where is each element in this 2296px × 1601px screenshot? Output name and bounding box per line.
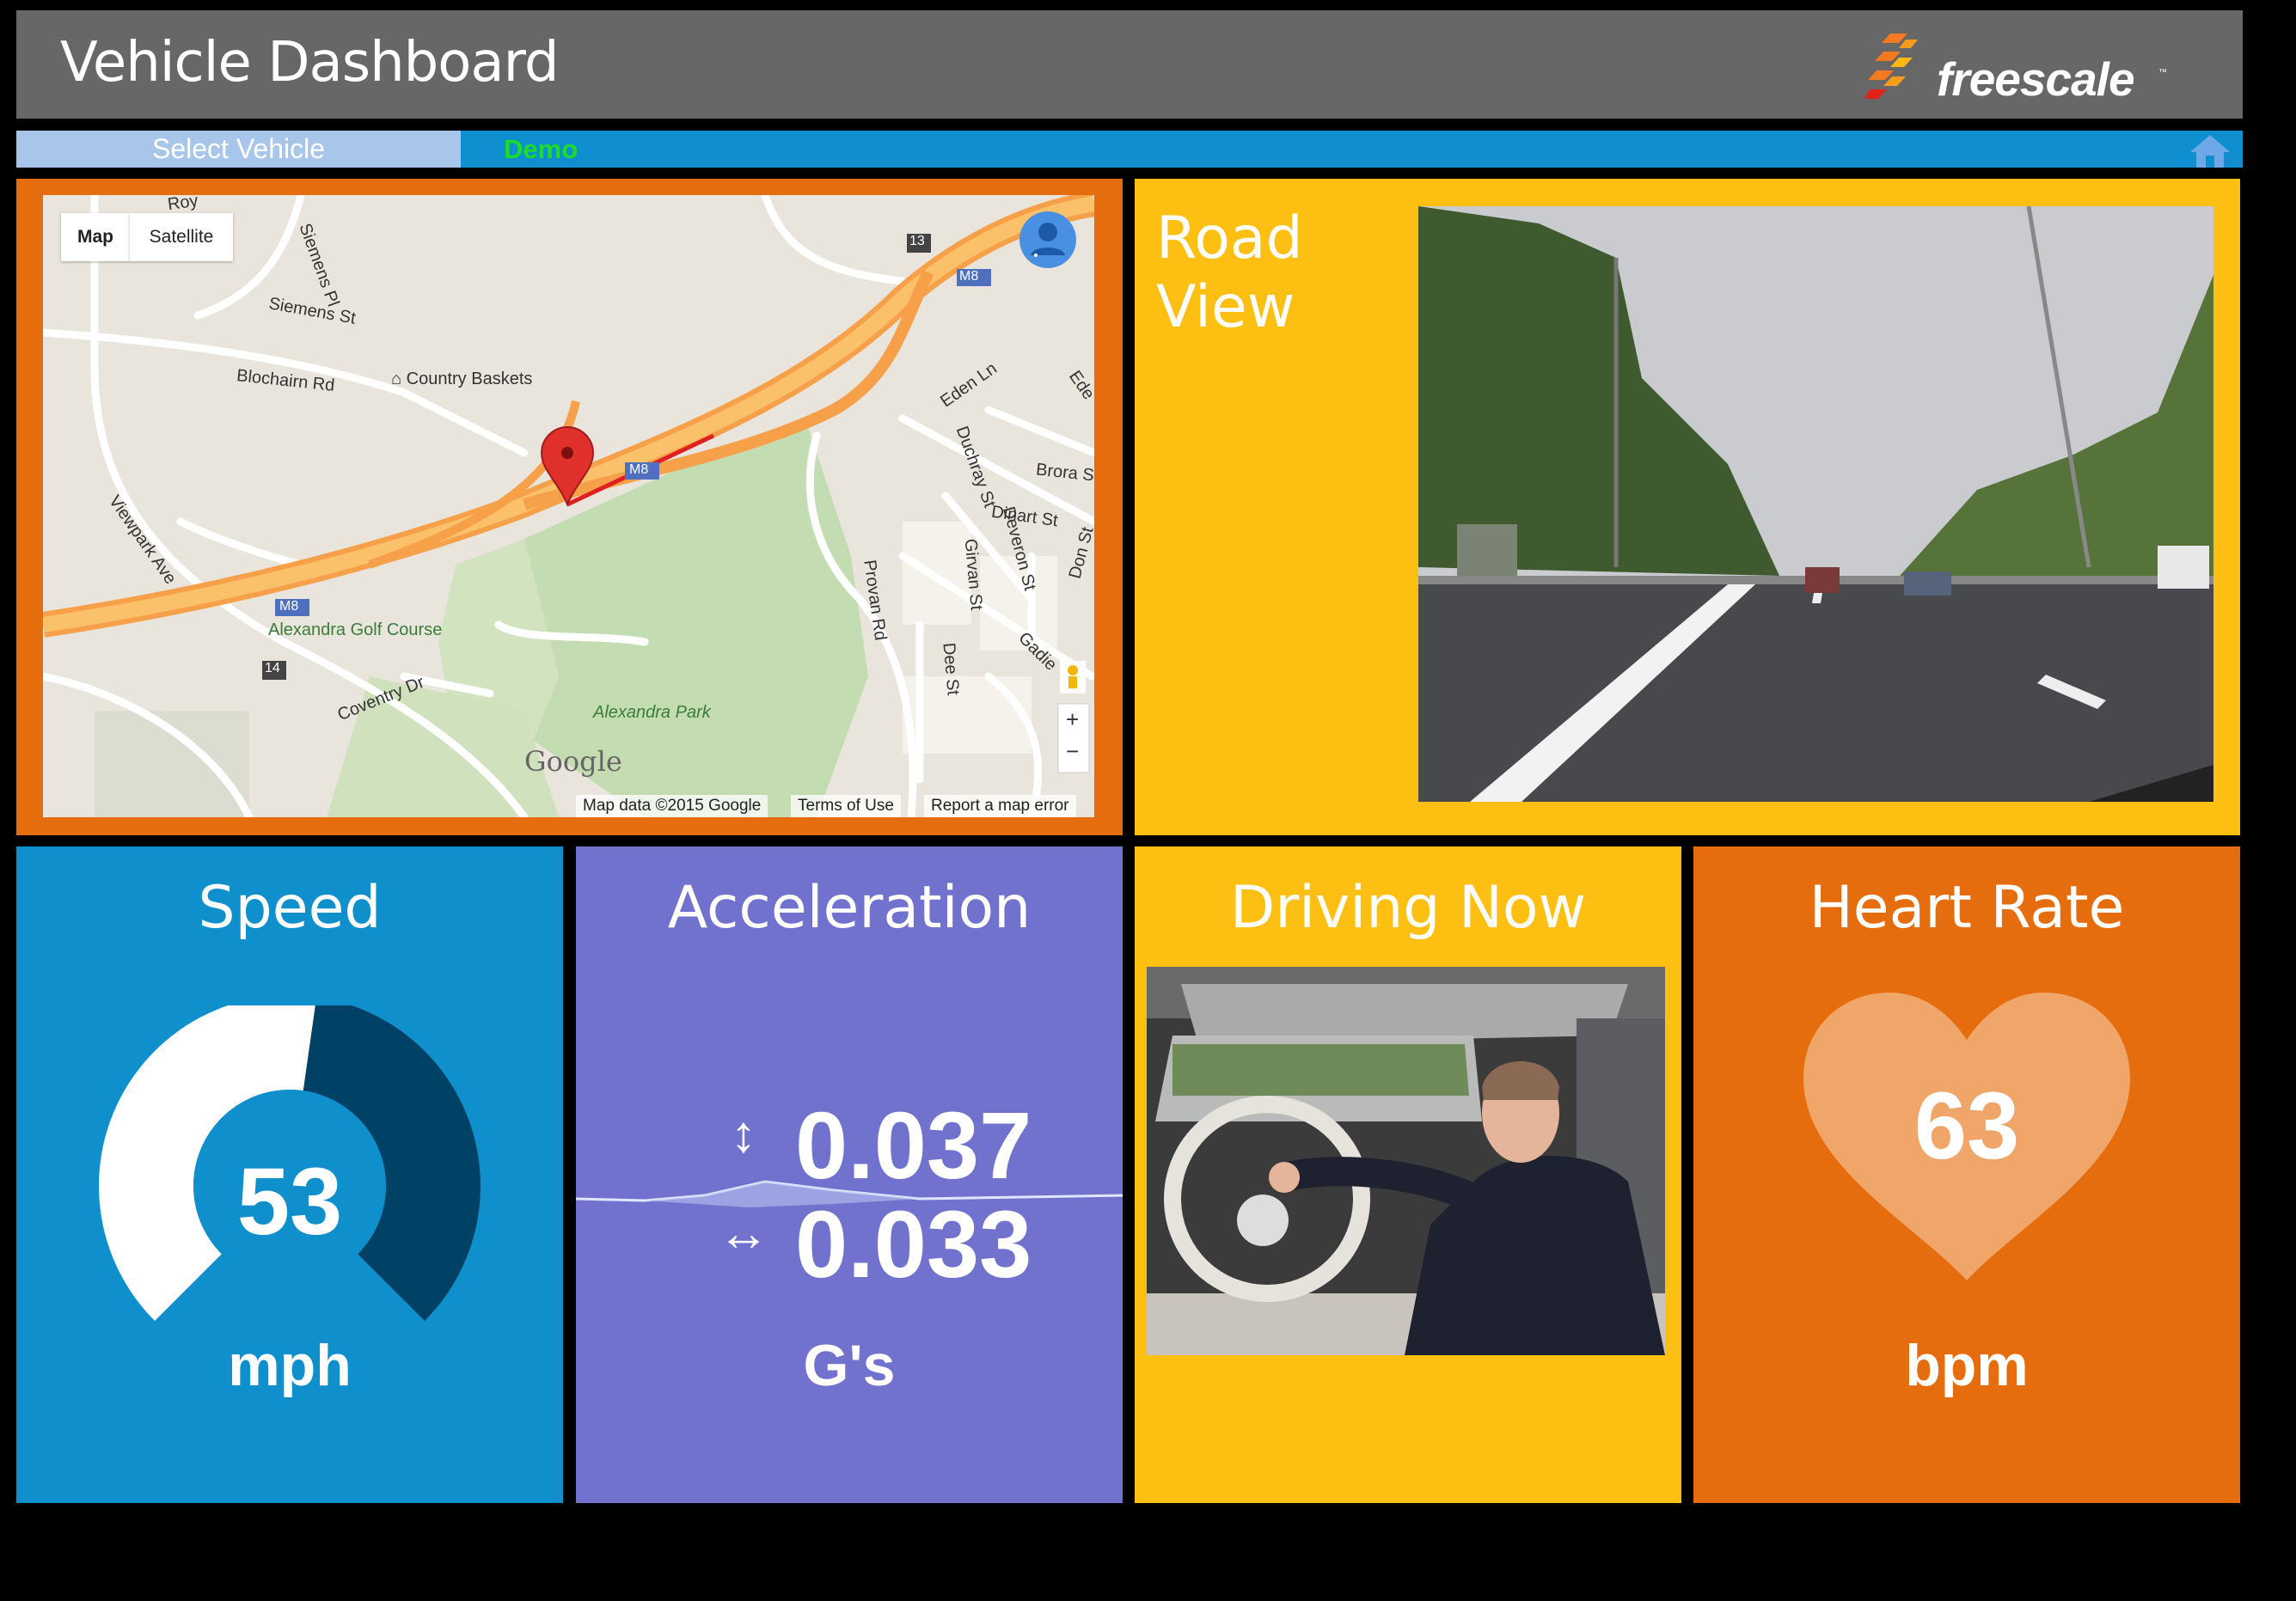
google-logo: Google	[524, 745, 622, 778]
brand-name: freescale	[1937, 52, 2135, 106]
map-type-satellite-button[interactable]: Satellite	[130, 213, 233, 261]
road-camera-image	[1418, 206, 2213, 802]
zoom-in-button[interactable]: +	[1066, 706, 1079, 733]
road-view-title-line2: View	[1156, 273, 1295, 341]
road-view-title-line1: Road	[1156, 205, 1303, 272]
speed-unit: mph	[228, 1333, 352, 1398]
acceleration-horizontal-value: 0.033	[795, 1192, 1032, 1298]
header-bar: Vehicle Dashboard freescale ™	[16, 10, 2243, 119]
road-view-title: Road View	[1156, 205, 1303, 342]
poi-label: Country Baskets	[406, 370, 533, 388]
select-vehicle-button[interactable]: Select Vehicle	[16, 131, 461, 168]
speed-panel: Speed 53 mph	[16, 846, 563, 1503]
map-view[interactable]: Map Satellite Roy Siemens Pl Siemens St …	[43, 195, 1094, 817]
motorway-badge: M8	[279, 599, 299, 614]
freescale-logo: freescale ™	[1864, 29, 2167, 111]
speed-value: 53	[236, 1149, 343, 1255]
speed-title: Speed	[198, 874, 382, 942]
map-roads	[43, 195, 1094, 817]
driving-now-panel: Driving Now	[1135, 846, 1681, 1503]
home-icon[interactable]	[2189, 133, 2232, 168]
acceleration-title: Acceleration	[667, 874, 1032, 942]
map-attribution: Map data ©2015 Google	[576, 795, 768, 817]
acceleration-unit: G's	[803, 1333, 896, 1398]
horizontal-axis-icon: ↔	[718, 1204, 769, 1262]
freescale-logo-icon	[1864, 34, 1918, 99]
driving-now-title: Driving Now	[1229, 874, 1587, 942]
junction-badge: 14	[265, 661, 280, 675]
junction-badge: 13	[909, 234, 925, 248]
map-type-map-button[interactable]: Map	[61, 213, 130, 261]
road-view-panel: Road View	[1135, 179, 2240, 835]
map-label: Alexandra Park	[593, 703, 711, 722]
demo-link[interactable]: Demo	[504, 131, 578, 168]
map-label: ⌂ Country Baskets	[391, 370, 533, 388]
motorway-badge: M8	[959, 269, 979, 284]
app-title: Vehicle Dashboard	[60, 31, 559, 95]
nav-bar: Select Vehicle Demo	[16, 131, 2243, 168]
map-report-link[interactable]: Report a map error	[924, 795, 1076, 817]
vertical-axis-icon: ↕	[731, 1105, 756, 1163]
heart-rate-panel: Heart Rate 63 bpm	[1693, 846, 2240, 1503]
motorway-badge: M8	[629, 462, 649, 477]
map-label: Alexandra Golf Course	[268, 620, 443, 639]
zoom-out-button[interactable]: −	[1066, 738, 1079, 765]
heart-rate-title: Heart Rate	[1809, 874, 2125, 942]
acceleration-panel: Acceleration ↕ 0.037 ↔ 0.033 G's	[576, 846, 1123, 1503]
heart-rate-value: 63	[1913, 1073, 2020, 1179]
heart-rate-unit: bpm	[1905, 1333, 2029, 1398]
map-panel: Map Satellite Roy Siemens Pl Siemens St …	[16, 179, 1123, 835]
map-terms-link[interactable]: Terms of Use	[791, 795, 901, 817]
acceleration-vertical-value: 0.037	[795, 1093, 1032, 1199]
brand-trademark: ™	[2158, 68, 2167, 77]
driver-camera-image	[1147, 967, 1665, 1355]
